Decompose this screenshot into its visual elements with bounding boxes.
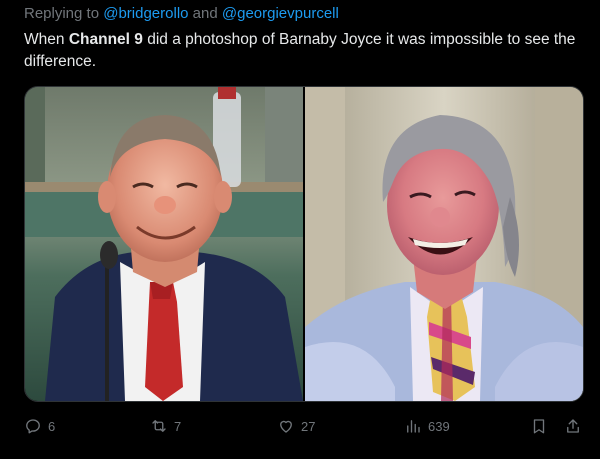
repost-icon [152, 420, 166, 432]
share-icon [567, 419, 579, 433]
reply-count: 6 [48, 418, 56, 434]
bookmark-icon [533, 419, 545, 434]
repost-button[interactable]: 7 [150, 414, 181, 438]
tweet-text-part-1: When [24, 31, 69, 48]
like-button[interactable]: 27 [277, 414, 315, 438]
photo-left-image [25, 87, 303, 401]
like-count: 27 [301, 418, 316, 434]
views-count: 639 [428, 418, 450, 434]
tweet-text: When Channel 9 did a photoshop of Barnab… [24, 29, 584, 73]
replying-to-line: Replying to @bridgerollo and @georgievpu… [24, 5, 339, 22]
photo-right-image [305, 87, 583, 401]
tweet-actions: 6 7 27 639 [24, 414, 586, 438]
views-chart-icon [407, 420, 420, 433]
reply-icon [26, 419, 40, 434]
mention-bridgerollo[interactable]: @bridgerollo [103, 5, 188, 22]
tweet-media[interactable] [24, 86, 584, 402]
repost-count: 7 [174, 418, 182, 434]
heart-icon [280, 420, 292, 433]
bookmark-button[interactable] [530, 414, 548, 438]
views-button[interactable]: 639 [404, 414, 450, 438]
replying-to-and: and [192, 5, 218, 22]
mention-georgievpurcell[interactable]: @georgievpurcell [222, 5, 339, 22]
share-button[interactable] [564, 414, 582, 438]
replying-to-label: Replying to [24, 5, 100, 22]
photo-left[interactable] [25, 87, 303, 401]
tweet-text-bold: Channel 9 [68, 31, 143, 48]
reply-button[interactable]: 6 [24, 414, 55, 438]
photo-right[interactable] [305, 87, 583, 401]
